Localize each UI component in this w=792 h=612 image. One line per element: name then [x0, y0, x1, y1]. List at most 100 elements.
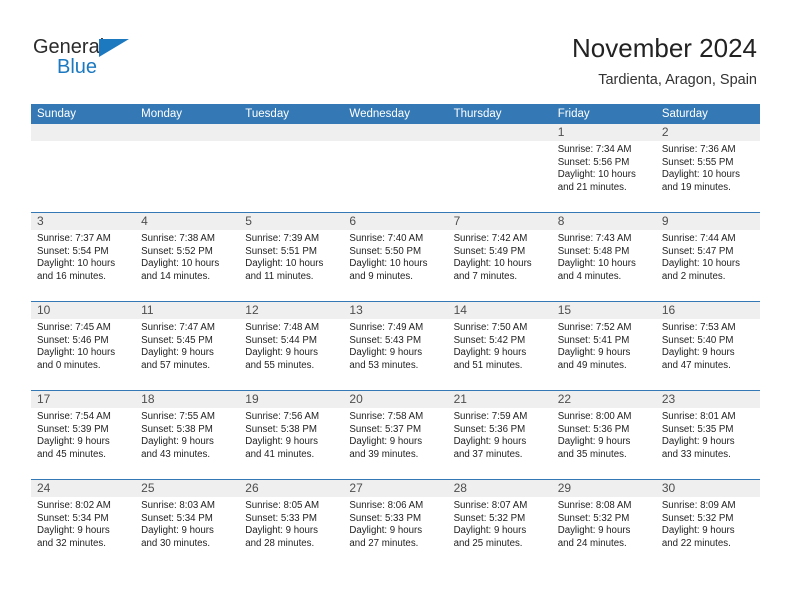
day-details: Sunrise: 7:53 AM Sunset: 5:40 PM Daylight:…	[656, 319, 760, 372]
daylight-duration-line1: Daylight: 9 hours	[245, 436, 318, 447]
page-header: General Blue November 2024 Tardienta, Ar…	[0, 0, 792, 100]
day-cell[interactable]: 30 Sunrise: 8:09 AM Sunset: 5:32 PM Dayligh…	[655, 480, 760, 568]
day-number-band: 10	[31, 302, 136, 319]
daylight-duration-line1: Daylight: 10 hours	[141, 258, 220, 269]
sunset-time: Sunset: 5:37 PM	[349, 423, 422, 435]
sunrise-time: Sunrise: 8:00 AM	[557, 411, 632, 422]
day-number: 14	[453, 303, 467, 317]
day-cell[interactable]: 11 Sunrise: 7:47 AM Sunset: 5:45 PM Dayligh…	[135, 302, 240, 390]
sunset-time: Sunset: 5:44 PM	[245, 334, 317, 346]
daylight-duration-line1: Daylight: 9 hours	[453, 436, 527, 447]
daylight-duration-line2: and 2 minutes.	[661, 270, 726, 282]
sunrise-time: Sunrise: 7:39 AM	[245, 233, 320, 244]
daylight-duration-line2: and 37 minutes.	[453, 448, 523, 460]
day-cell[interactable]: 8 Sunrise: 7:43 AM Sunset: 5:48 PM Daylight…	[551, 213, 656, 301]
calendar-page: General Blue November 2024 Tardienta, Ar…	[0, 0, 792, 612]
daylight-duration-line1: Daylight: 10 hours	[661, 169, 740, 180]
day-details: Sunrise: 7:59 AM Sunset: 5:36 PM Daylight:…	[448, 408, 552, 461]
day-cell[interactable]: 19 Sunrise: 7:56 AM Sunset: 5:38 PM Dayligh…	[239, 391, 344, 479]
page-subtitle-location: Tardienta, Aragon, Spain	[598, 72, 757, 88]
daylight-duration-line2: and 35 minutes.	[557, 448, 627, 460]
daylight-duration-line2: and 41 minutes.	[245, 448, 315, 460]
day-cell[interactable]: 1 Sunrise: 7:34 AM Sunset: 5:56 PM Daylight…	[551, 124, 656, 212]
sunset-time: Sunset: 5:45 PM	[141, 334, 213, 346]
daylight-duration-line1: Daylight: 9 hours	[453, 525, 527, 536]
weekday-header-row: Sunday Monday Tuesday Wednesday Thursday Frid…	[31, 104, 760, 124]
day-cell[interactable]: 20 Sunrise: 7:58 AM Sunset: 5:37 PM Dayligh…	[343, 391, 448, 479]
day-cell[interactable]: 18 Sunrise: 7:55 AM Sunset: 5:38 PM Dayligh…	[135, 391, 240, 479]
daylight-duration-line2: and 47 minutes.	[661, 359, 731, 371]
day-cell[interactable]: 4 Sunrise: 7:38 AM Sunset: 5:52 PM Daylight…	[135, 213, 240, 301]
day-number: 7	[453, 214, 461, 228]
sunset-time: Sunset: 5:51 PM	[245, 245, 317, 257]
day-details: Sunrise: 7:40 AM Sunset: 5:50 PM Daylight:…	[343, 230, 447, 283]
sunrise-time: Sunrise: 7:52 AM	[557, 322, 632, 333]
sunset-time: Sunset: 5:36 PM	[557, 423, 630, 435]
sunrise-time: Sunrise: 7:37 AM	[37, 233, 111, 244]
day-cell[interactable]: 16 Sunrise: 7:53 AM Sunset: 5:40 PM Dayligh…	[655, 302, 760, 390]
day-cell-empty	[31, 124, 136, 212]
weekday-header-saturday: Saturday	[661, 108, 708, 120]
day-details: Sunrise: 7:42 AM Sunset: 5:49 PM Daylight:…	[448, 230, 552, 283]
day-cell[interactable]: 27 Sunrise: 8:06 AM Sunset: 5:33 PM Dayligh…	[343, 480, 448, 568]
day-cell[interactable]: 12 Sunrise: 7:48 AM Sunset: 5:44 PM Dayligh…	[239, 302, 344, 390]
day-number-band: 12	[239, 302, 344, 319]
day-cell[interactable]: 23 Sunrise: 8:01 AM Sunset: 5:35 PM Dayligh…	[655, 391, 760, 479]
day-number: 3	[37, 214, 44, 228]
day-details: Sunrise: 7:43 AM Sunset: 5:48 PM Daylight:…	[552, 230, 656, 283]
sunset-time: Sunset: 5:39 PM	[37, 423, 109, 435]
general-blue-logo[interactable]: General Blue	[33, 36, 153, 84]
title-block: November 2024 Tardienta, Aragon, Spain	[572, 32, 757, 90]
day-cell[interactable]: 25 Sunrise: 8:03 AM Sunset: 5:34 PM Dayligh…	[135, 480, 240, 568]
day-cell[interactable]: 15 Sunrise: 7:52 AM Sunset: 5:41 PM Dayligh…	[551, 302, 656, 390]
daylight-duration-line2: and 53 minutes.	[349, 359, 419, 371]
calendar-week-row: 3 Sunrise: 7:37 AM Sunset: 5:54 PM Daylight…	[31, 212, 760, 301]
daylight-duration-line1: Daylight: 9 hours	[557, 436, 631, 447]
day-number: 27	[349, 481, 363, 495]
sunset-time: Sunset: 5:40 PM	[661, 334, 734, 346]
day-cell[interactable]: 26 Sunrise: 8:05 AM Sunset: 5:33 PM Dayligh…	[239, 480, 344, 568]
sunrise-time: Sunrise: 8:07 AM	[453, 500, 528, 511]
day-cell[interactable]: 10 Sunrise: 7:45 AM Sunset: 5:46 PM Dayligh…	[31, 302, 136, 390]
sunrise-time: Sunrise: 7:38 AM	[141, 233, 215, 244]
day-number: 4	[141, 214, 148, 228]
day-cell[interactable]: 2 Sunrise: 7:36 AM Sunset: 5:55 PM Daylight…	[655, 124, 760, 212]
day-number-band: 13	[343, 302, 448, 319]
sunrise-time: Sunrise: 7:55 AM	[141, 411, 215, 422]
day-cell[interactable]: 22 Sunrise: 8:00 AM Sunset: 5:36 PM Dayligh…	[551, 391, 656, 479]
daylight-duration-line2: and 39 minutes.	[349, 448, 419, 460]
day-cell[interactable]: 5 Sunrise: 7:39 AM Sunset: 5:51 PM Daylight…	[239, 213, 344, 301]
day-details: Sunrise: 7:48 AM Sunset: 5:44 PM Daylight:…	[239, 319, 343, 372]
sunset-time: Sunset: 5:43 PM	[349, 334, 422, 346]
day-cell[interactable]: 28 Sunrise: 8:07 AM Sunset: 5:32 PM Dayligh…	[447, 480, 552, 568]
day-number: 5	[245, 214, 252, 228]
sunrise-time: Sunrise: 8:02 AM	[37, 500, 111, 511]
day-number-band: 7	[447, 213, 552, 230]
day-number: 23	[661, 392, 676, 406]
day-details: Sunrise: 7:47 AM Sunset: 5:45 PM Daylight:…	[135, 319, 239, 372]
day-number-band: 4	[135, 213, 240, 230]
sunset-time: Sunset: 5:33 PM	[245, 512, 317, 524]
day-cell[interactable]: 14 Sunrise: 7:50 AM Sunset: 5:42 PM Dayligh…	[447, 302, 552, 390]
day-details: Sunrise: 8:07 AM Sunset: 5:32 PM Daylight:…	[448, 497, 552, 550]
daylight-duration-line2: and 43 minutes.	[141, 448, 211, 460]
day-details: Sunrise: 7:56 AM Sunset: 5:38 PM Daylight:…	[239, 408, 343, 461]
day-cell[interactable]: 13 Sunrise: 7:49 AM Sunset: 5:43 PM Dayligh…	[343, 302, 448, 390]
day-cell[interactable]: 6 Sunrise: 7:40 AM Sunset: 5:50 PM Daylight…	[343, 213, 448, 301]
day-cell[interactable]: 9 Sunrise: 7:44 AM Sunset: 5:47 PM Daylight…	[655, 213, 760, 301]
day-number: 25	[141, 481, 155, 495]
day-details: Sunrise: 7:44 AM Sunset: 5:47 PM Daylight:…	[656, 230, 760, 283]
day-cell[interactable]: 17 Sunrise: 7:54 AM Sunset: 5:39 PM Dayligh…	[31, 391, 136, 479]
day-cell-empty	[135, 124, 240, 212]
calendar-week-row: 17 Sunrise: 7:54 AM Sunset: 5:39 PM Dayligh…	[31, 390, 760, 479]
day-cell[interactable]: 29 Sunrise: 8:08 AM Sunset: 5:32 PM Dayligh…	[551, 480, 656, 568]
blue-triangle-flag-icon	[99, 39, 129, 57]
day-number: 9	[661, 214, 669, 228]
day-number: 28	[453, 481, 467, 495]
day-cell[interactable]: 24 Sunrise: 8:02 AM Sunset: 5:34 PM Dayligh…	[31, 480, 136, 568]
day-cell[interactable]: 7 Sunrise: 7:42 AM Sunset: 5:49 PM Daylight…	[447, 213, 552, 301]
day-number: 16	[661, 303, 676, 317]
day-cell[interactable]: 3 Sunrise: 7:37 AM Sunset: 5:54 PM Daylight…	[31, 213, 136, 301]
day-details: Sunrise: 8:01 AM Sunset: 5:35 PM Daylight:…	[656, 408, 760, 461]
day-cell[interactable]: 21 Sunrise: 7:59 AM Sunset: 5:36 PM Dayligh…	[447, 391, 552, 479]
